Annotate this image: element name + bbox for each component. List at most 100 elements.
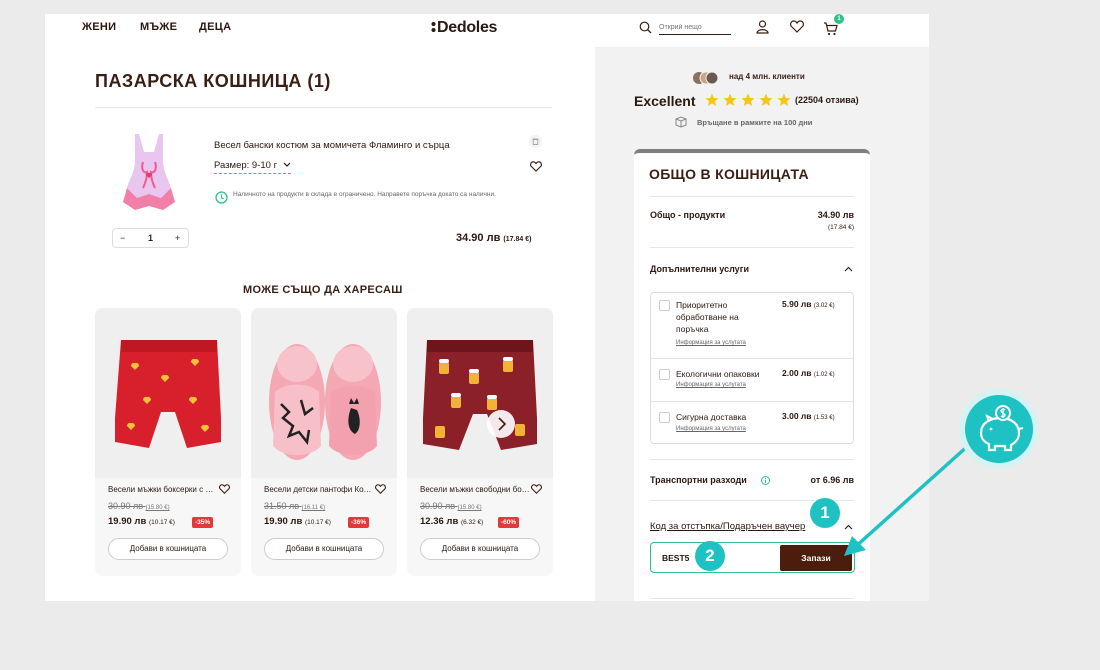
clients-count: над 4 млн. клиенти	[729, 72, 805, 81]
new-price: 12.36 лв (6.32 €)	[420, 516, 483, 527]
quantity-stepper[interactable]: − 1 +	[112, 228, 189, 248]
size-label: Размер: 9-10 г	[214, 160, 278, 171]
step-2-badge: 2	[695, 541, 725, 571]
service-price: 3.00 лв (1.53 €)	[782, 411, 835, 421]
add-to-cart-button[interactable]: Добави в кошницата	[420, 538, 540, 560]
qty-plus-button[interactable]: +	[175, 233, 180, 243]
service-label[interactable]: Приоритетно обработване на поръчка	[676, 299, 756, 335]
returns-note: Връщане в рамките на 100 дни	[697, 118, 813, 127]
new-price-eur: (10.17 €)	[148, 519, 175, 526]
card-product-name[interactable]: Весели детски пантофи Котки	[264, 485, 374, 494]
card-product-name[interactable]: Весели мъжки свободни боксерки Бира	[420, 485, 530, 494]
size-selector[interactable]: Размер: 9-10 г	[214, 160, 291, 174]
cart-count-badge: 1	[834, 14, 844, 24]
divider	[95, 107, 552, 108]
service-label[interactable]: Екологични опаковки	[676, 368, 759, 380]
carousel-next-button[interactable]	[487, 410, 515, 438]
slippers-image[interactable]	[251, 308, 397, 478]
product-card[interactable]: Весели детски пантофи Котки 31.50 лв (16…	[251, 308, 397, 576]
voucher-toggle-link[interactable]: Код за отстъпка/Подаръчен ваучер	[650, 521, 805, 532]
reviews-count[interactable]: (22504 отзива)	[795, 95, 859, 105]
new-price: 19.90 лв (10.17 €)	[264, 516, 331, 527]
remove-item-button[interactable]	[529, 135, 542, 148]
products-total-eur: (17.84 €)	[827, 224, 854, 231]
services-toggle-label[interactable]: Допълнителни услуги	[650, 264, 749, 274]
add-to-cart-button[interactable]: Добави в кошницата	[108, 538, 228, 560]
item-price-value: 34.90 лв	[456, 232, 501, 244]
rating-word: Excellent	[634, 93, 696, 109]
card-heart-icon[interactable]	[375, 484, 386, 494]
card-heart-icon[interactable]	[531, 484, 542, 494]
logo[interactable]: Dedoles	[431, 19, 497, 37]
item-heart-icon[interactable]	[530, 161, 542, 172]
old-price-eur: (15.80 €)	[145, 505, 170, 511]
info-icon[interactable]	[761, 476, 770, 485]
chevron-right-icon	[498, 417, 507, 431]
page-title: ПАЗАРСКА КОШНИЦА (1)	[95, 71, 331, 91]
discount-badge: -36%	[348, 517, 370, 528]
add-to-cart-button[interactable]: Добави в кошницата	[264, 538, 384, 560]
service-price-eur: (1.02 €)	[813, 372, 835, 378]
service-price-value: 5.90 лв	[782, 299, 812, 309]
item-price: 34.90 лв (17.84 €)	[456, 232, 531, 244]
pointer-arrow-icon	[844, 442, 972, 556]
service-info-link[interactable]: Информация за услугата	[676, 340, 746, 346]
new-price-value: 19.90 лв	[264, 516, 303, 527]
service-price: 2.00 лв (1.02 €)	[782, 368, 835, 378]
star-rating-icon	[705, 93, 791, 106]
trash-icon	[532, 138, 539, 145]
search-box[interactable]	[639, 20, 731, 36]
logo-dots-icon	[431, 22, 436, 32]
shipping-label: Транспортни разходи	[650, 475, 747, 485]
cart-icon[interactable]	[823, 22, 838, 36]
nav-women[interactable]: ЖЕНИ	[82, 21, 116, 33]
boxer-shorts-image[interactable]	[95, 308, 241, 478]
search-icon[interactable]	[639, 21, 652, 34]
qty-minus-button[interactable]: −	[120, 233, 125, 243]
service-info-link[interactable]: Информация за услугата	[676, 382, 746, 388]
new-price: 19.90 лв (10.17 €)	[108, 516, 175, 527]
discount-badge: -35%	[192, 517, 214, 528]
new-price-value: 12.36 лв	[420, 516, 459, 527]
piggy-bank-badge	[965, 395, 1033, 463]
user-icon[interactable]	[756, 20, 769, 34]
nav-men[interactable]: МЪЖЕ	[140, 21, 177, 33]
customer-avatars-icon	[693, 71, 719, 85]
stock-note: Наличното на продукти в склада е огранич…	[233, 191, 496, 198]
service-checkbox[interactable]	[659, 300, 670, 311]
cart-item-name[interactable]: Весел бански костюм за момичета Фламинго…	[214, 140, 450, 151]
service-checkbox[interactable]	[659, 412, 670, 423]
service-price-value: 2.00 лв	[782, 368, 812, 378]
service-price-value: 3.00 лв	[782, 411, 812, 421]
item-price-eur: (17.84 €)	[503, 236, 532, 243]
service-price-eur: (3.02 €)	[813, 303, 835, 309]
service-info-link[interactable]: Информация за услугата	[676, 426, 746, 432]
qty-value[interactable]: 1	[148, 233, 153, 243]
service-checkbox[interactable]	[659, 369, 670, 380]
recommendations-title: МОЖЕ СЪЩО ДА ХАРЕСАШ	[243, 284, 403, 296]
clock-icon	[215, 191, 228, 204]
old-price-eur: (15.80 €)	[457, 505, 482, 511]
return-box-icon	[675, 116, 687, 128]
products-total-value: 34.90 лв	[817, 210, 854, 220]
step-1-badge: 1	[810, 498, 840, 528]
service-label[interactable]: Сигурна доставка	[676, 411, 746, 423]
card-heart-icon[interactable]	[219, 484, 230, 494]
card-product-name[interactable]: Весели мъжки боксерки с Valentine	[108, 485, 218, 494]
wishlist-heart-icon[interactable]	[790, 20, 804, 33]
discount-badge: -60%	[498, 517, 520, 528]
products-total-label: Общо - продукти	[650, 210, 726, 220]
divider	[650, 247, 854, 248]
swimsuit-product-image[interactable]	[117, 132, 181, 216]
service-price: 5.90 лв (3.02 €)	[782, 299, 835, 309]
divider	[650, 358, 854, 359]
boxer-shorts-image[interactable]	[407, 308, 553, 478]
chevron-up-icon[interactable]	[844, 266, 853, 272]
old-price-value: 30.90 лв	[108, 501, 144, 511]
nav-kids[interactable]: ДЕЦА	[199, 21, 231, 33]
product-card[interactable]: Весели мъжки боксерки с Valentine 30.90 …	[95, 308, 241, 576]
search-input[interactable]	[659, 20, 731, 35]
new-price-eur: (10.17 €)	[304, 519, 331, 526]
divider	[650, 598, 854, 599]
product-card[interactable]: Весели мъжки свободни боксерки Бира 30.9…	[407, 308, 553, 576]
